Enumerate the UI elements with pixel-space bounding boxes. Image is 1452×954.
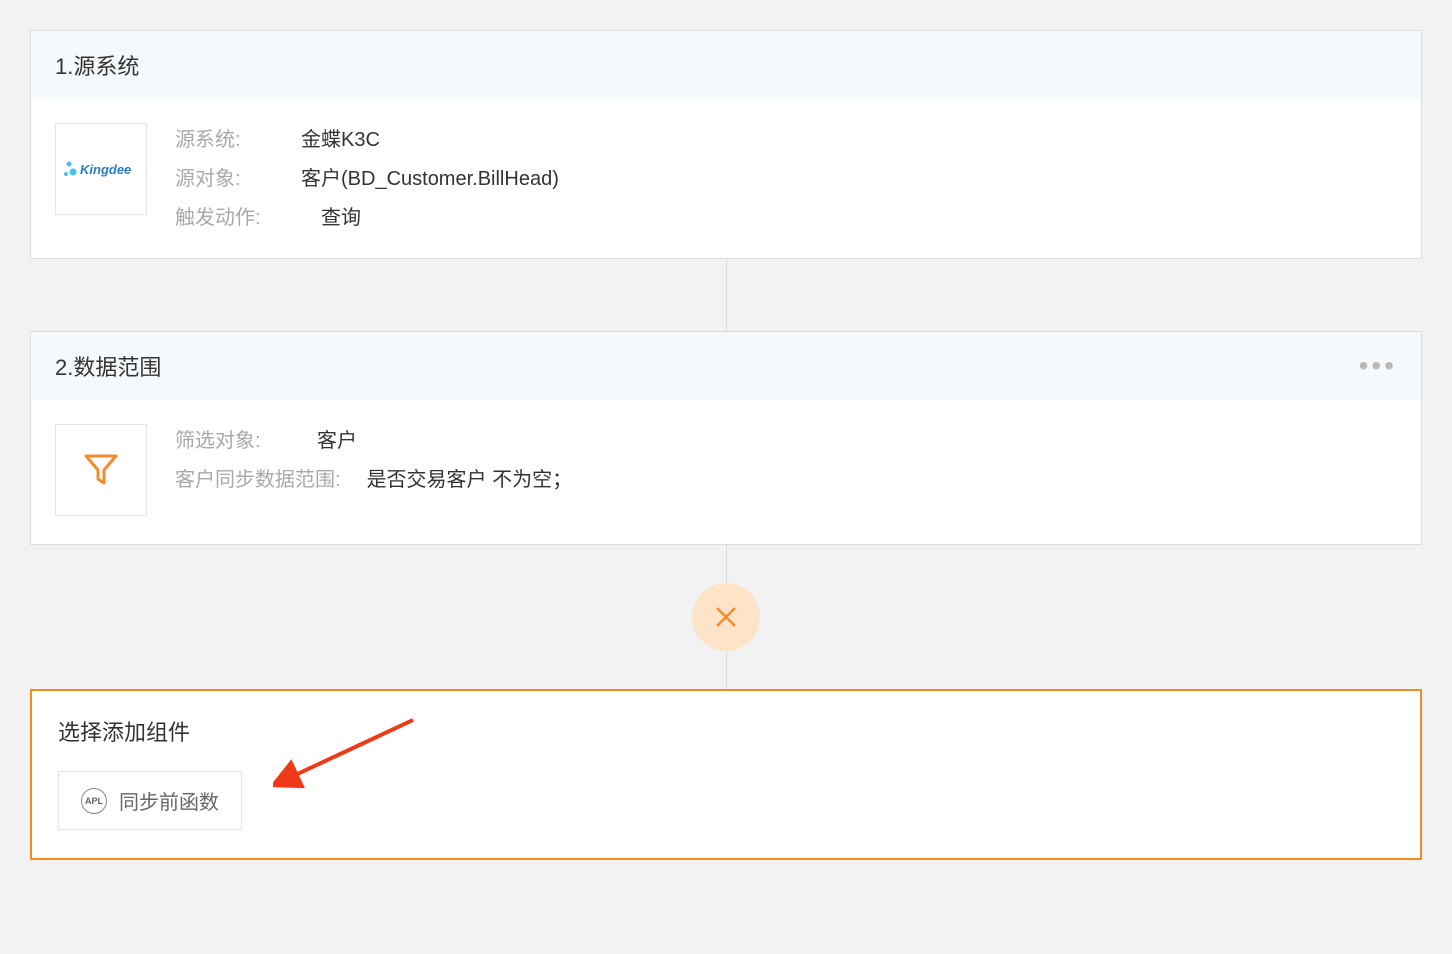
value-source-system: 金蝶K3C [301,123,380,152]
field-source-object: 源对象: 客户(BD_Customer.BillHead) [175,162,559,191]
field-source-system: 源系统: 金蝶K3C [175,123,559,152]
step-source-system[interactable]: 1.源系统 Kingdee 源系统: 金蝶K3C 源对象: 客户(BD_Cust… [30,30,1422,259]
label-source-system: 源系统: [175,123,295,152]
kingdee-logo: Kingdee [55,123,147,215]
filter-icon [55,424,147,516]
step1-title: 1.源系统 [55,49,139,81]
step1-body: Kingdee 源系统: 金蝶K3C 源对象: 客户(BD_Customer.B… [31,99,1421,258]
step1-fields: 源系统: 金蝶K3C 源对象: 客户(BD_Customer.BillHead)… [175,123,559,230]
field-trigger-action: 触发动作: 查询 [175,201,559,230]
step2-fields: 筛选对象: 客户 客户同步数据范围: 是否交易客户 不为空； [175,424,572,516]
close-icon [712,603,740,631]
pre-sync-function-button[interactable]: APL 同步前函数 [58,771,242,830]
add-component-title: 选择添加组件 [58,715,1394,747]
value-trigger-action: 查询 [321,201,361,230]
add-component-panel: 选择添加组件 APL 同步前函数 [30,689,1422,860]
label-source-object: 源对象: [175,162,295,191]
more-icon[interactable]: ••• [1359,359,1397,373]
step2-body: 筛选对象: 客户 客户同步数据范围: 是否交易客户 不为空； [31,400,1421,544]
field-sync-range: 客户同步数据范围: 是否交易客户 不为空； [175,463,572,492]
connector-2-add [30,545,1422,689]
value-sync-range: 是否交易客户 不为空； [367,463,573,492]
label-filter-object: 筛选对象: [175,424,295,453]
close-add-button[interactable] [692,583,760,651]
connector-line [726,259,727,331]
step2-title: 2.数据范围 [55,350,161,382]
svg-text:Kingdee: Kingdee [80,162,131,177]
field-filter-object: 筛选对象: 客户 [175,424,572,453]
label-trigger-action: 触发动作: [175,201,295,230]
connector-1-2 [30,259,1422,331]
pre-sync-function-label: 同步前函数 [119,786,219,815]
value-filter-object: 客户 [317,424,357,453]
step-data-range[interactable]: 2.数据范围 ••• 筛选对象: 客户 客户同步数据范围: 是否交易客户 不为空… [30,331,1422,545]
apl-icon: APL [81,788,107,814]
step2-header: 2.数据范围 ••• [31,332,1421,400]
connector-line-top [726,545,727,585]
step1-header: 1.源系统 [31,31,1421,99]
connector-line-bottom [726,649,727,689]
label-sync-range: 客户同步数据范围: [175,463,341,492]
value-source-object: 客户(BD_Customer.BillHead) [301,162,559,191]
